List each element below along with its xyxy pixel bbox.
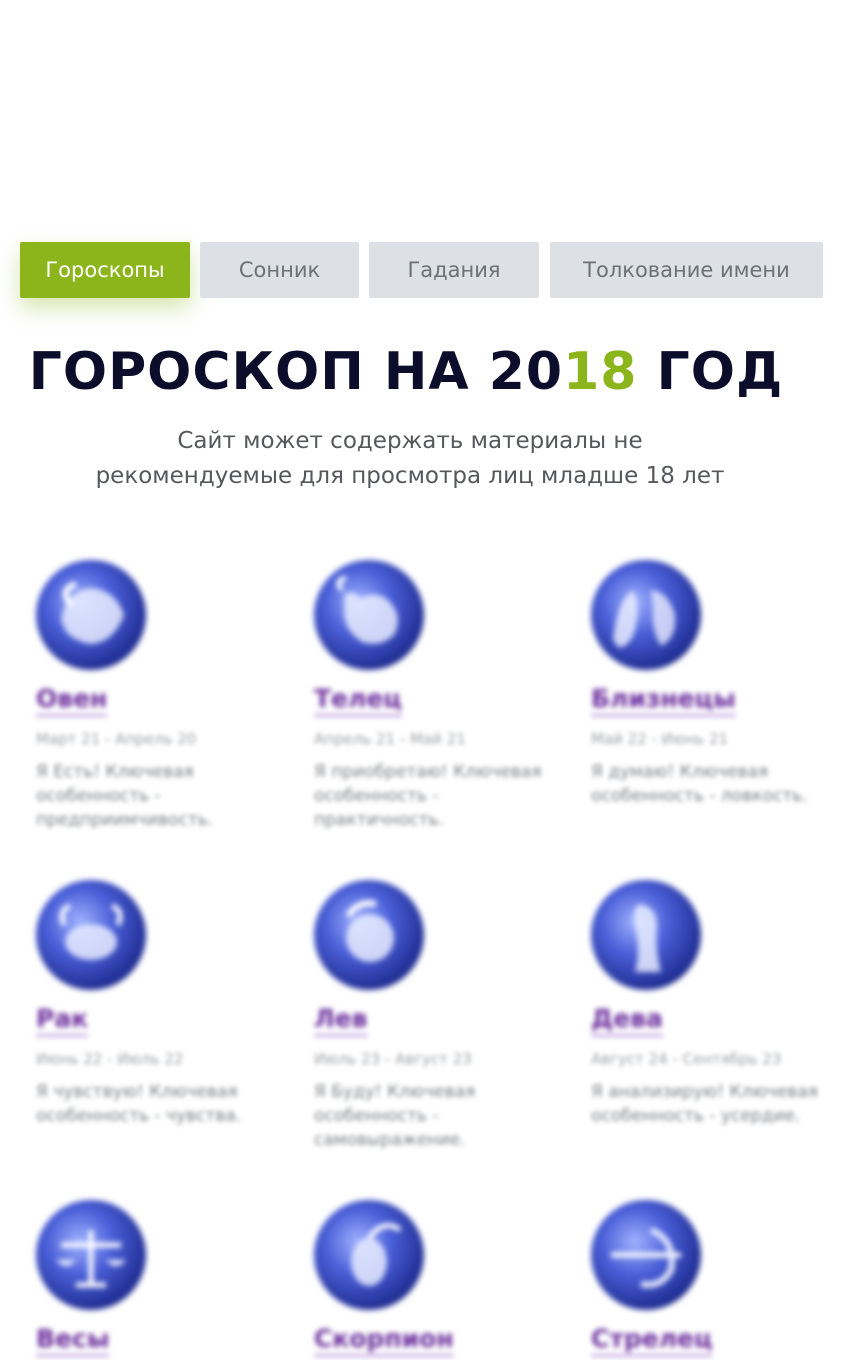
sign-link[interactable]: Стрелец (591, 1324, 713, 1357)
sign-dates: Май 22 - Июнь 21 (591, 730, 729, 748)
title-part-1: ГОРОСКОП НА 20 (28, 342, 564, 402)
sign-link[interactable]: Овен (36, 684, 108, 717)
sign-link[interactable]: Телец (314, 684, 402, 717)
scorpio-icon[interactable] (314, 1200, 424, 1310)
page-title: ГОРОСКОП НА 2018 ГОД (0, 342, 812, 402)
sign-description: Я чувствую! Ключевая особенность - чувст… (36, 1082, 242, 1126)
sign-link[interactable]: Рак (36, 1004, 89, 1037)
age-warning-line-2: рекомендуемые для просмотра лиц младше 1… (95, 463, 725, 489)
libra-icon[interactable] (36, 1200, 146, 1310)
title-year-accent: 18 (563, 342, 638, 402)
taurus-icon[interactable] (314, 560, 424, 670)
page: Гороскопы Сонник Гадания Толкование имен… (0, 0, 850, 1360)
age-warning: Сайт может содержать материалы не рекоме… (20, 424, 800, 494)
tab-fortune-telling[interactable]: Гадания (369, 242, 539, 298)
aries-icon[interactable] (36, 560, 146, 670)
leo-icon[interactable] (314, 880, 424, 990)
sign-description: Я приобретаю! Ключевая особенность - пра… (314, 762, 542, 830)
cancer-icon[interactable] (36, 880, 146, 990)
sign-link[interactable]: Скорпион (314, 1324, 454, 1357)
sign-description: Я Буду! Ключевая особенность - самовыраж… (314, 1082, 476, 1150)
sagittarius-icon[interactable] (591, 1200, 701, 1310)
age-warning-line-1: Сайт может содержать материалы не (177, 428, 643, 454)
tab-name-meaning[interactable]: Толкование имени (550, 242, 823, 298)
sign-link[interactable]: Весы (36, 1324, 110, 1357)
sign-link[interactable]: Дева (591, 1004, 663, 1037)
sign-description: Я анализирую! Ключевая особенность - усе… (591, 1082, 818, 1126)
title-part-2: ГОД (637, 342, 784, 402)
tab-dream-book[interactable]: Сонник (200, 242, 359, 298)
tab-horoscopes[interactable]: Гороскопы (20, 242, 190, 298)
sign-dates: Апрель 21 - Май 21 (314, 730, 466, 748)
sign-link[interactable]: Лев (314, 1004, 368, 1037)
sign-dates: Март 21 - Апрель 20 (36, 730, 197, 748)
sign-description: Я думаю! Ключевая особенность - ловкость… (591, 762, 808, 806)
sign-description: Я Есть! Ключевая особенность - предприим… (36, 762, 214, 830)
sign-dates: Июль 23 - Август 23 (314, 1050, 472, 1068)
virgo-icon[interactable] (591, 880, 701, 990)
sign-dates: Июнь 22 - Июль 22 (36, 1050, 184, 1068)
gemini-icon[interactable] (591, 560, 701, 670)
sign-dates: Август 24 - Сентябрь 23 (591, 1050, 782, 1068)
sign-link[interactable]: Близнецы (591, 684, 736, 717)
